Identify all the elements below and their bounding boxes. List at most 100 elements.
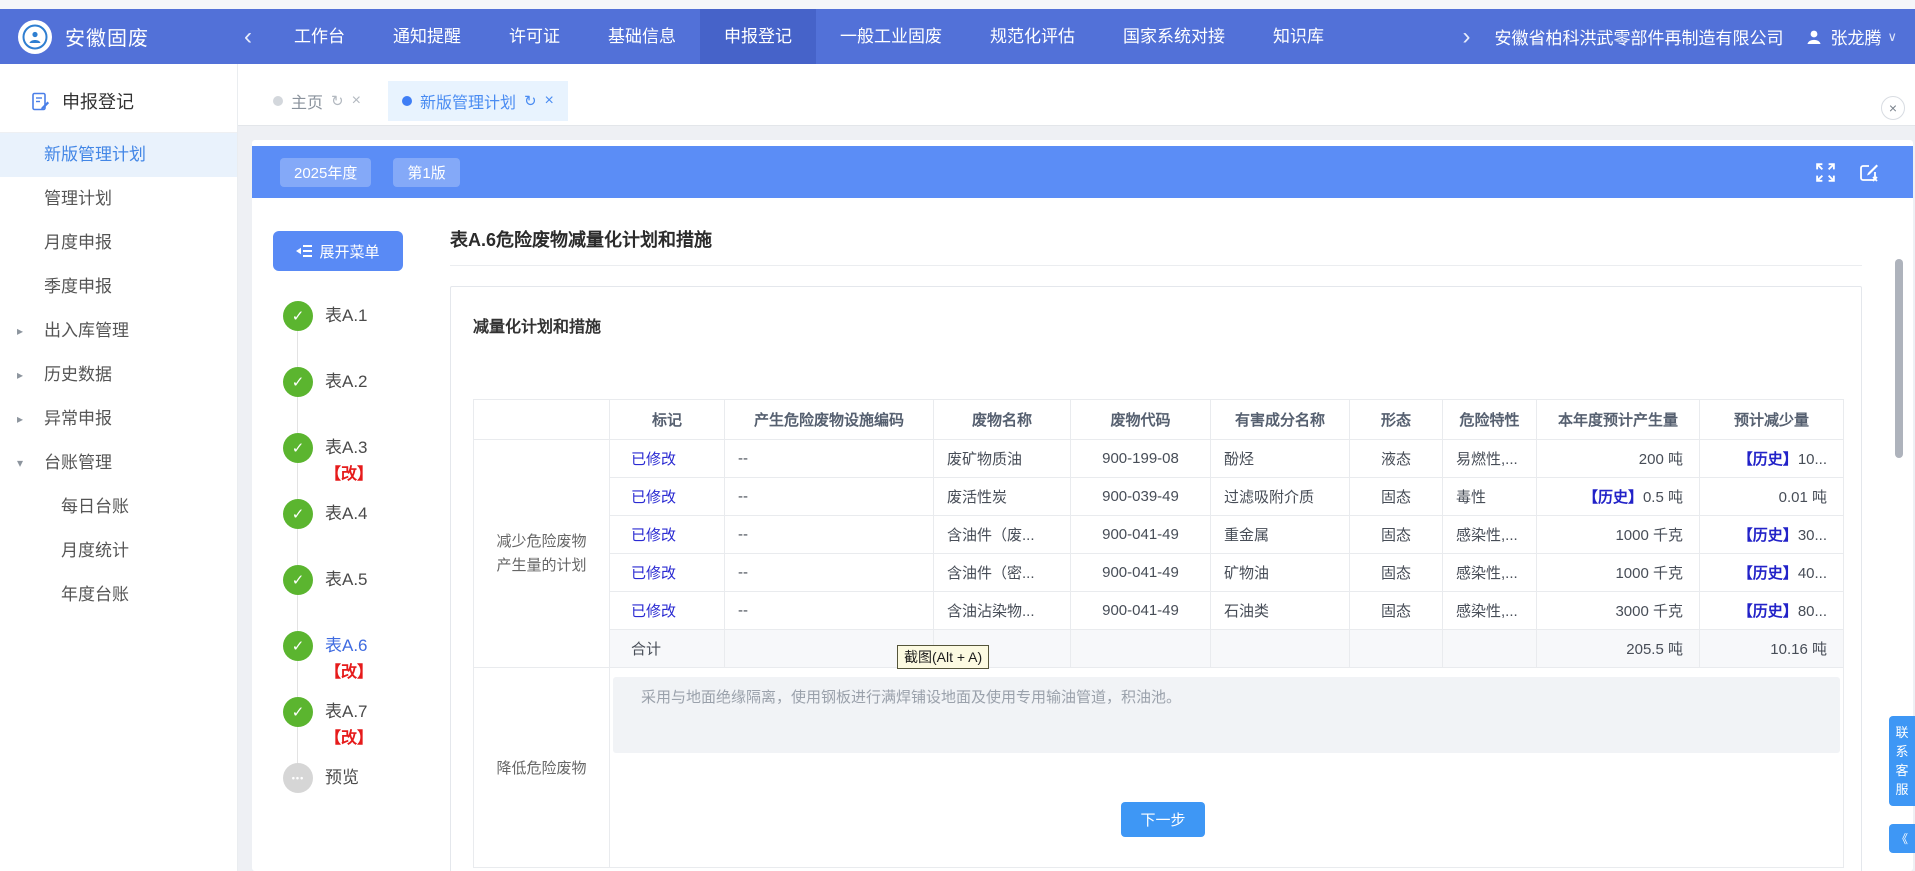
- step-label[interactable]: 表A.7: [325, 697, 373, 727]
- page-tab[interactable]: 新版管理计划↻×: [388, 81, 568, 121]
- user-name[interactable]: 张龙腾: [1830, 24, 1881, 49]
- steps: ✓表A.1✓表A.2✓表A.3【改】✓ 表A.4 ✓表A.5✓表A.6【改】✓表A.…: [273, 301, 450, 829]
- arrow-collapsed-icon[interactable]: ▸: [17, 309, 23, 353]
- step-item[interactable]: ✓表A.3【改】: [273, 433, 450, 499]
- vertical-scrollbar[interactable]: [1895, 259, 1903, 458]
- modified-link[interactable]: 已修改: [631, 489, 676, 506]
- table-cell: 含油沾染物...: [934, 592, 1071, 630]
- fullscreen-icon[interactable]: [1814, 161, 1837, 184]
- top-nav-item[interactable]: 申报登记: [700, 9, 816, 64]
- table-cell: 感染性,...: [1443, 592, 1537, 630]
- table-cell: 含油件（密...: [934, 554, 1071, 592]
- step-item[interactable]: •••预览: [273, 763, 450, 829]
- company-name[interactable]: 安徽省柏科洪武零部件再制造有限公司: [1494, 24, 1783, 49]
- expand-menu-button[interactable]: 展开菜单: [273, 231, 403, 271]
- sidebar-item[interactable]: 季度申报: [0, 265, 237, 309]
- arrow-collapsed-icon[interactable]: ▸: [17, 353, 23, 397]
- modified-link[interactable]: 已修改: [631, 451, 676, 468]
- next-step-button[interactable]: 下一步: [1121, 802, 1205, 837]
- table-cell: 【历史】80...: [1700, 592, 1844, 630]
- modified-link[interactable]: 已修改: [631, 603, 676, 620]
- column-header: 有害成分名称: [1211, 400, 1350, 440]
- sidebar-item-label: 管理计划: [44, 189, 112, 208]
- close-all-tabs-icon[interactable]: ×: [1881, 96, 1905, 120]
- top-nav: 工作台通知提醒许可证基础信息申报登记一般工业固废规范化评估国家系统对接知识库: [270, 9, 1348, 64]
- step-item[interactable]: ✓表A.5: [273, 565, 450, 631]
- measures-textarea[interactable]: 采用与地面绝缘隔离，使用钢板进行满焊铺设地面及使用专用输油管道，积油池。: [613, 677, 1840, 753]
- top-nav-item[interactable]: 知识库: [1249, 9, 1348, 64]
- history-flag: 【历史】: [1583, 489, 1643, 506]
- total-produce: 205.5 吨: [1537, 630, 1700, 668]
- nav-collapse-left-icon[interactable]: ‹: [244, 12, 252, 62]
- page-tab[interactable]: 主页↻×: [259, 81, 375, 121]
- table-cell: 感染性,...: [1443, 554, 1537, 592]
- column-header: 废物名称: [934, 400, 1071, 440]
- sidebar-item[interactable]: 管理计划: [0, 177, 237, 221]
- modified-link[interactable]: 已修改: [631, 527, 676, 544]
- menu-fold-icon: [296, 244, 312, 258]
- step-label[interactable]: 表A.3: [325, 433, 373, 463]
- tab-close-icon[interactable]: ×: [545, 92, 554, 110]
- sidebar: 申报登记 新版管理计划管理计划月度申报季度申报▸出入库管理▸历史数据▸异常申报▾…: [0, 64, 238, 871]
- arrow-collapsed-icon[interactable]: ▸: [17, 397, 23, 441]
- table-cell: 石油类: [1211, 592, 1350, 630]
- sidebar-item[interactable]: 每日台账: [0, 485, 237, 529]
- step-item[interactable]: ✓表A.1: [273, 301, 450, 367]
- edit-cancel-icon[interactable]: [1857, 160, 1881, 184]
- modified-link[interactable]: 已修改: [631, 565, 676, 582]
- top-nav-item[interactable]: 国家系统对接: [1099, 9, 1249, 64]
- sidebar-item[interactable]: ▾台账管理: [0, 441, 237, 485]
- nav-scroll-right-icon[interactable]: ›: [1462, 23, 1470, 51]
- sidebar-item[interactable]: ▸历史数据: [0, 353, 237, 397]
- sidebar-item[interactable]: 新版管理计划: [0, 133, 237, 177]
- top-nav-item[interactable]: 许可证: [485, 9, 584, 64]
- table-cell: 900-199-08: [1071, 440, 1211, 478]
- window-top-strip: [0, 0, 1915, 9]
- tab-refresh-icon[interactable]: ↻: [524, 92, 537, 110]
- user-menu-caret-icon[interactable]: ∨: [1887, 29, 1897, 45]
- step-item[interactable]: ✓ 表A.4: [273, 499, 450, 565]
- history-flag: 【历史】: [1738, 527, 1798, 544]
- step-text: 表A.5: [325, 565, 368, 595]
- top-nav-item[interactable]: 一般工业固废: [816, 9, 966, 64]
- step-label[interactable]: 表A.5: [325, 565, 368, 595]
- step-label[interactable]: 表A.6: [325, 631, 373, 661]
- step-label[interactable]: 表A.2: [325, 367, 368, 397]
- step-label[interactable]: 表A.1: [325, 301, 368, 331]
- sidebar-item[interactable]: 月度申报: [0, 221, 237, 265]
- page-title: 表A.6危险废物减量化计划和措施: [450, 226, 1862, 252]
- table-corner-cell: [474, 400, 610, 440]
- sidebar-item[interactable]: 年度台账: [0, 573, 237, 617]
- step-text: 表A.7【改】: [325, 697, 373, 750]
- table-cell: 【历史】30...: [1700, 516, 1844, 554]
- step-modified-flag: 【改】: [325, 661, 373, 684]
- table-cell: 过滤吸附介质: [1211, 478, 1350, 516]
- step-modified-flag: 【改】: [325, 727, 373, 750]
- sidebar-item[interactable]: 月度统计: [0, 529, 237, 573]
- collapse-service-button[interactable]: 《: [1889, 824, 1915, 853]
- top-nav-item[interactable]: 通知提醒: [369, 9, 485, 64]
- top-nav-item[interactable]: 工作台: [270, 9, 369, 64]
- reduce-harm-row: 降低危险废物采用与地面绝缘隔离，使用钢板进行满焊铺设地面及使用专用输油管道，积油…: [474, 668, 1844, 868]
- step-label[interactable]: 预览: [325, 763, 359, 793]
- table-cell: 已修改: [610, 478, 725, 516]
- sidebar-item[interactable]: ▸出入库管理: [0, 309, 237, 353]
- step-check-icon: ✓: [283, 499, 313, 529]
- table-cell: 液态: [1350, 440, 1443, 478]
- top-nav-item[interactable]: 规范化评估: [966, 9, 1099, 64]
- customer-service-button[interactable]: 联系客服: [1889, 716, 1915, 806]
- step-item[interactable]: ✓表A.2: [273, 367, 450, 433]
- sidebar-item[interactable]: ▸异常申报: [0, 397, 237, 441]
- step-item[interactable]: ✓表A.7【改】: [273, 697, 450, 763]
- step-label[interactable]: 表A.4: [325, 499, 368, 529]
- top-nav-item[interactable]: 基础信息: [584, 9, 700, 64]
- table-cell: 3000 千克: [1537, 592, 1700, 630]
- topbar: 安徽固废 ‹ 工作台通知提醒许可证基础信息申报登记一般工业固废规范化评估国家系统…: [0, 9, 1915, 64]
- table-cell: 1000 千克: [1537, 554, 1700, 592]
- tab-refresh-icon[interactable]: ↻: [331, 92, 344, 110]
- step-item[interactable]: ✓表A.6【改】: [273, 631, 450, 697]
- tab-close-icon[interactable]: ×: [352, 92, 361, 110]
- step-text: 表A.4: [325, 499, 368, 529]
- topbar-right: › 安徽省柏科洪武零部件再制造有限公司 张龙腾 ∨: [1462, 23, 1897, 51]
- arrow-expanded-icon[interactable]: ▾: [17, 441, 23, 485]
